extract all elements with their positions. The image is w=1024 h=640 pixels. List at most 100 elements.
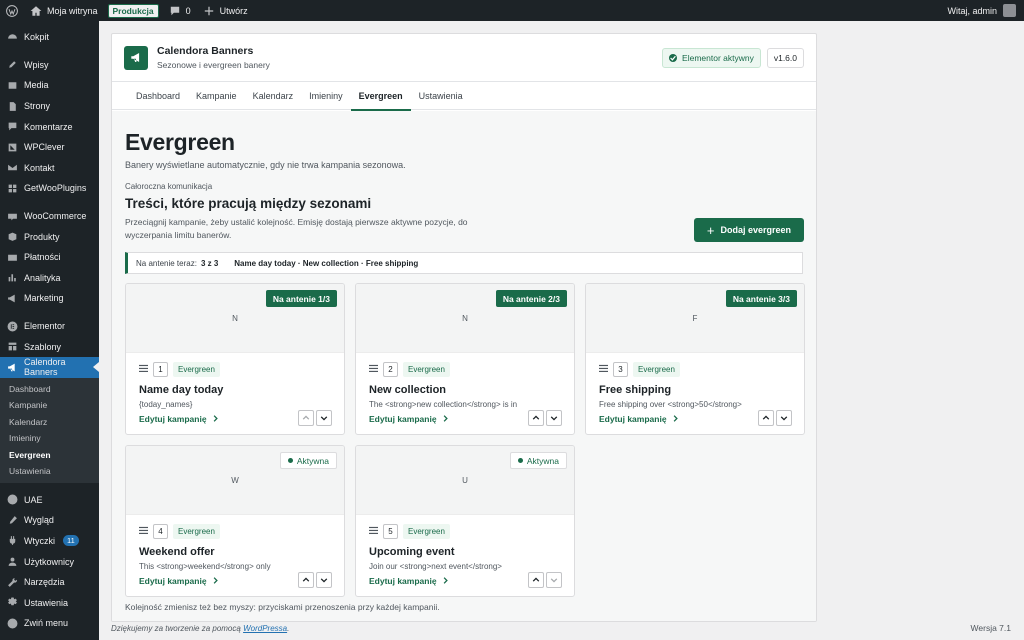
page-description: Banery wyświetlane automatycznie, gdy ni… [125,160,406,170]
sidebar-item-narzedzia[interactable]: Narzędzia [0,572,99,593]
move-up-button[interactable] [758,410,774,426]
sidebar-item-platnosci[interactable]: Płatności [0,247,99,268]
sidebar-item-uae[interactable]: UAE [0,490,99,511]
sidebar-item-label: Strony [24,101,51,112]
sidebar-item-calendora-banners[interactable]: Calendora Banners [0,356,99,378]
status-badge: Aktywna [279,452,337,469]
move-down-button[interactable] [546,410,562,426]
preview-letter: U [462,475,468,485]
campaign-card: W Aktywna 4 Evergreen Weekend offer This <str… [125,445,345,597]
chevron-up-icon [532,577,540,582]
plus-icon: + [706,222,715,238]
edit-campaign-link[interactable]: Edytuj kampanię [139,576,219,586]
campaign-card: F Na antenie 3/3 3 Evergreen Free shipping Fr… [585,283,805,435]
status-text: Aktywna [526,455,559,466]
sidebar-item-ustawienia[interactable]: Ustawienia [0,592,99,613]
sidebar-item-strony[interactable]: Strony [0,96,99,117]
chevron-right-icon [672,414,679,424]
submenu-item-kampanie[interactable]: Kampanie [0,397,99,414]
drag-handle-icon[interactable] [369,364,378,375]
sidebar-item-getwooplugins[interactable]: GetWooPlugins [0,178,99,199]
sidebar-item-kontakt[interactable]: Kontakt [0,158,99,179]
tab-kalendarz[interactable]: Kalendarz [245,82,302,110]
submenu-item-ustawienia[interactable]: Ustawienia [0,463,99,480]
move-up-button[interactable] [528,572,544,588]
move-down-button[interactable] [776,410,792,426]
chevron-down-icon [320,578,328,583]
chevron-up-icon [302,415,310,420]
sidebar-item-produkty[interactable]: Produkty [0,226,99,247]
sidebar-item-komentarze[interactable]: Komentarze [0,116,99,137]
edit-campaign-link[interactable]: Edytuj kampanię [599,414,679,424]
sidebar-item-uzytkownicy[interactable]: Użytkownicy [0,551,99,572]
sidebar-item-label: Kokpit [24,32,50,43]
move-up-button[interactable] [528,410,544,426]
status-dot [517,458,523,463]
my-account-menu[interactable]: Witaj, admin [947,4,1024,17]
status-text: Na antenie 3/3 [732,293,790,304]
move-up-button[interactable] [298,410,314,426]
avatar [1003,4,1016,17]
drag-handle-icon[interactable] [369,526,378,537]
edit-campaign-link[interactable]: Edytuj kampanię [369,576,449,586]
campaign-card: N Na antenie 2/3 2 Evergreen New collection T… [355,283,575,435]
sidebar-item-marketing[interactable]: Marketing [0,288,99,309]
edit-campaign-label: Edytuj kampanię [139,576,207,586]
sidebar-item-szablony[interactable]: Szablony [0,336,99,357]
admin-bar: Moja witryna Produkcja 0 Utwórz Witaj, a… [0,0,1024,21]
submenu-item-kalendarz[interactable]: Kalendarz [0,414,99,431]
sidebar-item-wpclever[interactable]: WPClever [0,137,99,158]
chevron-right-icon [442,414,449,424]
edit-campaign-link[interactable]: Edytuj kampanię [139,414,219,424]
elementor-status-text: Elementor aktywny [682,52,754,63]
move-down-button[interactable] [546,572,562,588]
sidebar-item-media[interactable]: Media [0,75,99,96]
keyboard-hint: Kolejność zmienisz też bez myszy: przyci… [125,602,440,612]
submenu-item-evergreen[interactable]: Evergreen [0,447,99,464]
sidebar-item-zwin-menu[interactable]: Zwiń menu [0,613,99,634]
type-tag: Evergreen [633,362,680,377]
sidebar-item-kokpit[interactable]: Kokpit [0,27,99,48]
strony-icon [7,101,18,112]
kokpit-icon [7,32,18,43]
sidebar-item-plugins[interactable]: Wtyczki 11 [0,531,99,552]
campaign-card: U Aktywna 5 Evergreen Upcoming event Join our… [355,445,575,597]
comments-link[interactable]: 0 [163,0,197,21]
sidebar-item-analityka[interactable]: Analityka [0,268,99,289]
comment-icon [170,6,179,15]
move-down-button[interactable] [316,410,332,426]
sidebar-item-wyglad[interactable]: Wygląd [0,510,99,531]
tab-kampanie[interactable]: Kampanie [188,82,245,110]
tab-imieniny[interactable]: Imieniny [301,82,351,110]
sidebar-item-label: Wygląd [24,515,54,526]
sidebar-item-label: Produkty [24,231,60,242]
tab-ustawienia[interactable]: Ustawienia [411,82,471,110]
sidebar-item-label: Calendora Banners [24,357,66,378]
wordpress-link[interactable]: WordPressa [243,624,287,633]
submenu-item-imieniny[interactable]: Imieniny [0,430,99,447]
drag-handle-icon[interactable] [599,364,608,375]
wordpress-logo-button[interactable] [0,0,24,21]
szablony-icon [7,341,18,352]
campaign-card: N Na antenie 1/3 1 Evergreen Name day today {… [125,283,345,435]
add-evergreen-button[interactable]: + Dodaj evergreen [693,218,804,242]
sidebar-item-label: Elementor [24,321,66,332]
site-name-link[interactable]: Moja witryna [24,0,104,21]
sidebar-item-woocommerce[interactable]: WooCommerce [0,206,99,227]
drag-handle-icon[interactable] [139,364,148,375]
edit-campaign-link[interactable]: Edytuj kampanię [369,414,449,424]
status-text: Aktywna [296,455,329,466]
move-down-button[interactable] [316,572,332,588]
on-air-status-bar: Na antenie teraz: 3 z 3 Name day today ·… [125,252,803,274]
plugin-name: Calendora Banners [157,45,254,57]
submenu-item-dashboard[interactable]: Dashboard [0,381,99,398]
new-content-menu[interactable]: Utwórz [197,0,254,21]
uzytkownicy-icon [7,556,18,567]
sidebar-item-wpisy[interactable]: Wpisy [0,55,99,76]
tab-evergreen[interactable]: Evergreen [350,82,411,111]
sidebar-item-elementor[interactable]: Elementor [0,316,99,337]
drag-handle-icon[interactable] [139,526,148,537]
move-up-button[interactable] [298,572,314,588]
chevron-up-icon [532,415,540,420]
tab-dashboard[interactable]: Dashboard [128,82,188,110]
